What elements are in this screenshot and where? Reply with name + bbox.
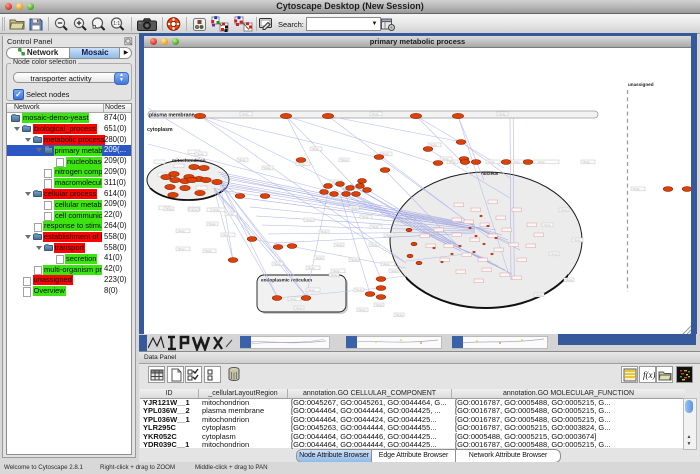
svg-text:Ybx1p: Ybx1p <box>441 157 449 161</box>
svg-text:Ybx1p: Ybx1p <box>190 208 198 212</box>
svg-text:Ybx1p: Ybx1p <box>390 269 398 273</box>
svg-text:Ybx1p: Ybx1p <box>196 152 204 156</box>
svg-text:Ybx1p: Ybx1p <box>273 262 281 266</box>
svg-text:Ybx1p: Ybx1p <box>335 243 343 247</box>
svg-text:Ybx1p: Ybx1p <box>498 112 506 116</box>
svg-text:Ybx1p: Ybx1p <box>305 218 313 222</box>
svg-text:Ybx1p: Ybx1p <box>263 166 271 170</box>
svg-text:cytoplasm: cytoplasm <box>147 127 173 133</box>
svg-text:Ybx1p: Ybx1p <box>448 160 456 164</box>
svg-text:Ybx1p: Ybx1p <box>238 158 246 162</box>
svg-text:Ybx1p: Ybx1p <box>332 269 340 273</box>
svg-text:Ybx1p: Ybx1p <box>535 293 543 297</box>
svg-text:unassigned: unassigned <box>628 82 654 87</box>
svg-text:Ybx1p: Ybx1p <box>241 112 249 116</box>
svg-text:Ybx1p: Ybx1p <box>165 207 173 211</box>
svg-text:Ybx1p: Ybx1p <box>307 266 315 270</box>
svg-text:Ybx1p: Ybx1p <box>350 258 358 262</box>
svg-text:Ybx1p: Ybx1p <box>371 225 379 229</box>
svg-text:Ybx1p: Ybx1p <box>289 297 297 301</box>
svg-text:f(x): f(x) <box>643 370 655 380</box>
svg-text:Ybx1p: Ybx1p <box>395 313 403 317</box>
svg-text:Ybx1p: Ybx1p <box>222 233 230 237</box>
svg-text:Ybx1p: Ybx1p <box>512 160 520 164</box>
svg-text:Ybx1p: Ybx1p <box>361 215 369 219</box>
svg-text:Ybx1p: Ybx1p <box>573 238 581 242</box>
svg-text:Ybx1p: Ybx1p <box>560 208 568 212</box>
svg-text:Ybx1p: Ybx1p <box>487 160 495 164</box>
svg-text:Ybx1p: Ybx1p <box>543 223 551 227</box>
svg-text:Ybx1p: Ybx1p <box>375 303 383 307</box>
svg-text:Ybx1p: Ybx1p <box>350 206 358 210</box>
svg-text:Ybx1p: Ybx1p <box>315 256 323 260</box>
svg-text:Ybx1p: Ybx1p <box>371 112 379 116</box>
svg-text:Ybx1p: Ybx1p <box>550 252 558 256</box>
svg-text:Ybx1p: Ybx1p <box>177 247 185 251</box>
svg-text:Ybx1p: Ybx1p <box>226 212 234 216</box>
svg-text:1:1: 1:1 <box>113 21 120 27</box>
svg-text:Ybx1p: Ybx1p <box>355 288 363 292</box>
svg-text:Ybx1p: Ybx1p <box>311 147 319 151</box>
svg-text:Ybx1p: Ybx1p <box>537 160 545 164</box>
svg-text:Ybx1p: Ybx1p <box>295 306 303 310</box>
svg-text:mitochondrion: mitochondrion <box>172 158 206 164</box>
svg-text:Ybx1p: Ybx1p <box>382 262 390 266</box>
svg-text:Ybx1p: Ybx1p <box>307 288 315 292</box>
svg-text:Ybx1p: Ybx1p <box>177 229 185 233</box>
svg-text:Ybx1p: Ybx1p <box>565 278 573 282</box>
svg-text:Ybx1p: Ybx1p <box>330 273 338 277</box>
svg-text:Ybx1p: Ybx1p <box>385 233 393 237</box>
svg-text:Ybx1p: Ybx1p <box>208 222 216 226</box>
svg-text:Ybx1p: Ybx1p <box>340 158 348 162</box>
svg-text:plasma membrane: plasma membrane <box>149 113 195 119</box>
svg-text:Ybx1p: Ybx1p <box>429 143 437 147</box>
svg-text:Ybx1p: Ybx1p <box>320 230 328 234</box>
svg-text:Ybx1p: Ybx1p <box>212 208 220 212</box>
svg-text:nucleus: nucleus <box>481 171 499 176</box>
svg-text:Ybx1p: Ybx1p <box>632 187 640 191</box>
svg-text:Ybx1p: Ybx1p <box>204 249 212 253</box>
svg-text:Ybx1p: Ybx1p <box>358 308 366 312</box>
svg-text:Ybx1p: Ybx1p <box>582 160 590 164</box>
svg-text:Ybx1p: Ybx1p <box>370 243 378 247</box>
